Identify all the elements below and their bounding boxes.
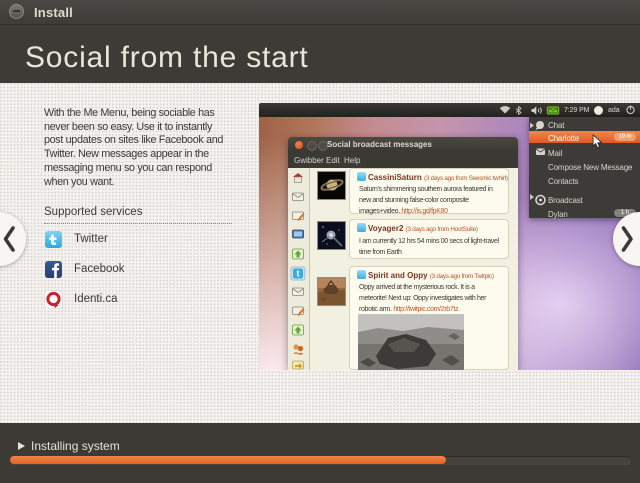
svg-text:t: t	[297, 269, 300, 279]
